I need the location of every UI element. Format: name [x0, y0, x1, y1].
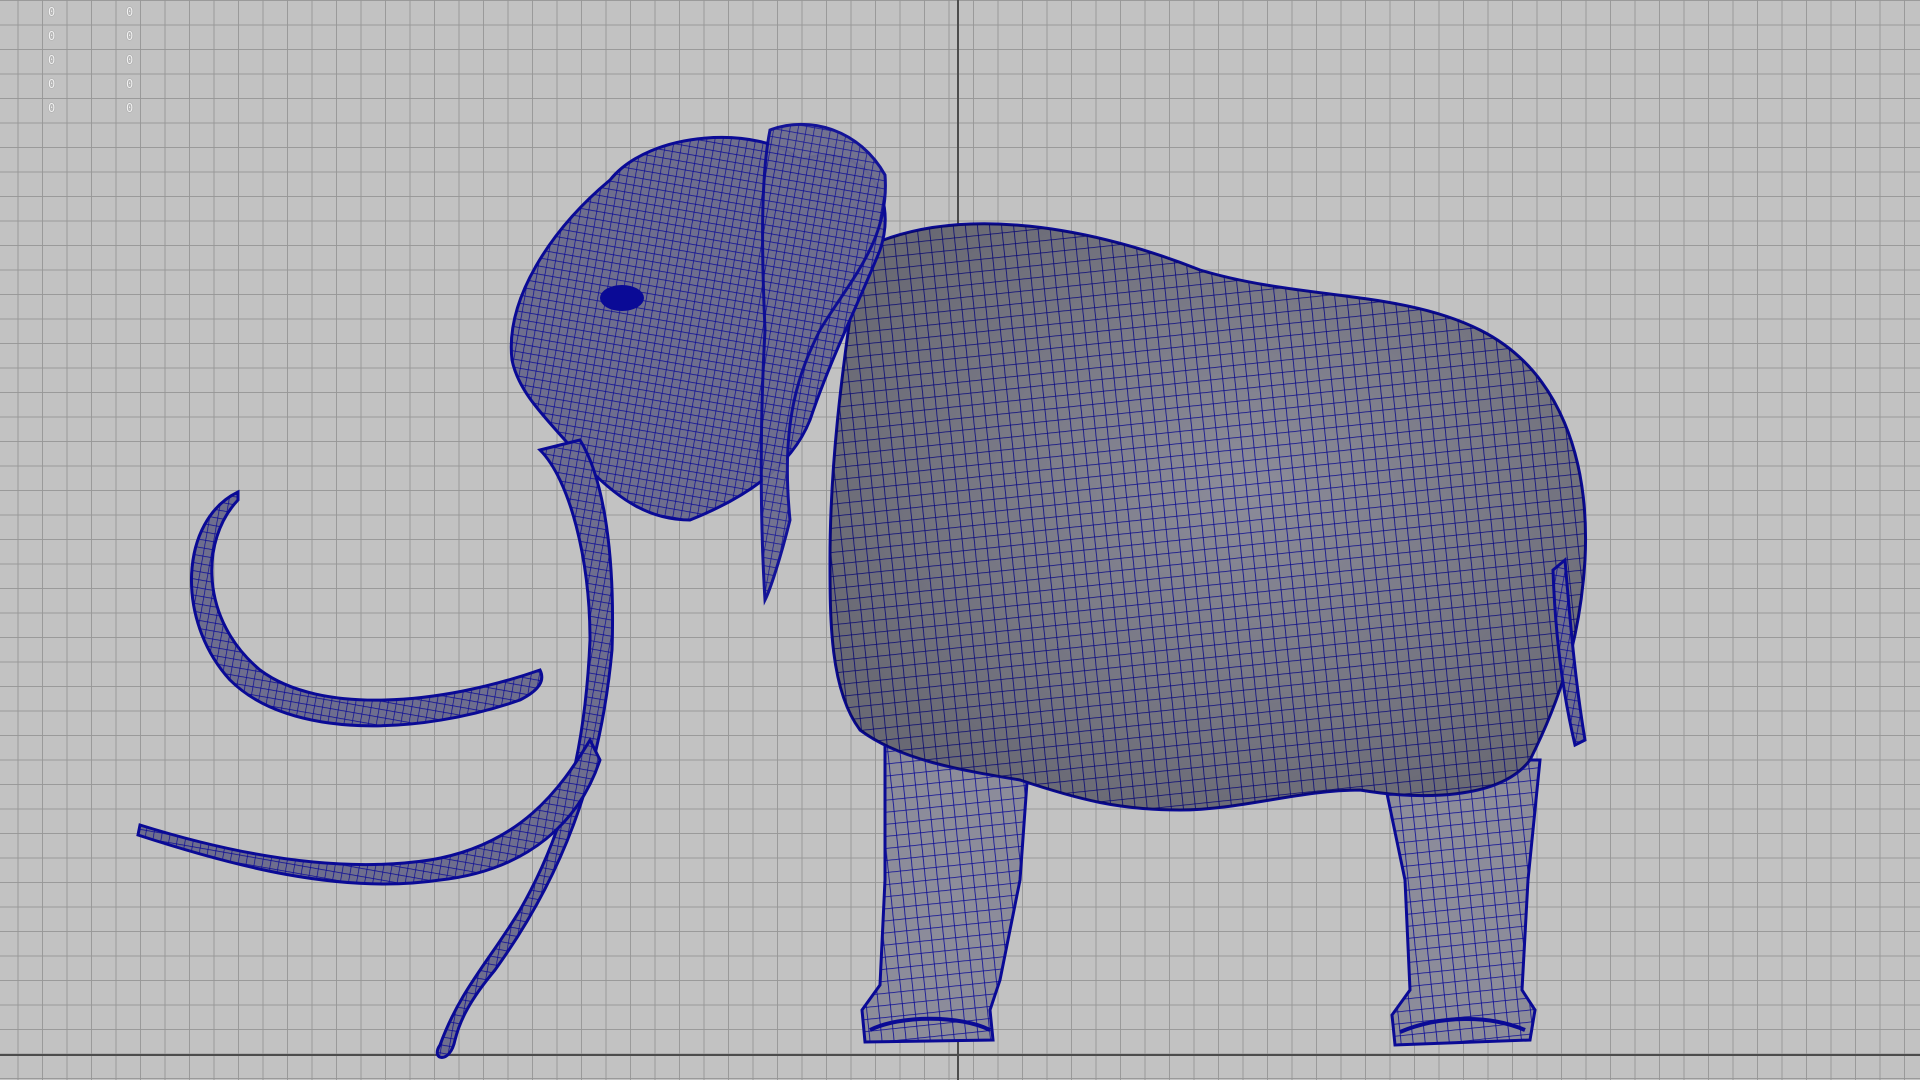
hud-value: 0	[48, 101, 56, 115]
eye	[600, 285, 644, 311]
hud-value: 0	[126, 101, 134, 115]
tusk-lower	[136, 736, 602, 886]
modeling-viewport[interactable]: 0 0 0 0 0 0 0 0 0 0	[0, 0, 1920, 1080]
hud-value: 0	[48, 29, 56, 43]
mammoth-wireframe-model[interactable]	[0, 0, 1920, 1080]
hud-readout-column-b: 0 0 0 0 0	[126, 0, 133, 120]
hud-value: 0	[48, 77, 56, 91]
hud-value: 0	[126, 29, 134, 43]
hud-readout-column-a: 0 0 0 0 0	[48, 0, 55, 120]
tusk-upper	[190, 489, 544, 728]
hud-value: 0	[48, 53, 56, 67]
hind-leg	[1378, 758, 1542, 1047]
hud-value: 0	[126, 53, 134, 67]
hud-value: 0	[48, 5, 56, 19]
hud-value: 0	[126, 77, 134, 91]
hud-value: 0	[126, 5, 134, 19]
